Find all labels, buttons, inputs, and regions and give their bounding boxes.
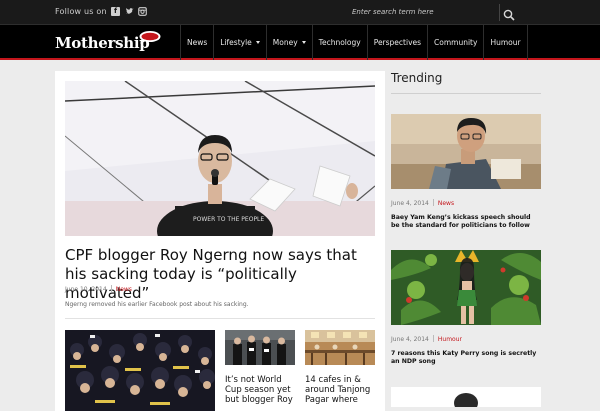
nav-label: Technology (318, 38, 361, 47)
trending-date: June 4, 2014 (391, 200, 429, 207)
trending-image-katy-perry[interactable] (391, 250, 541, 325)
main-content: POWER TO THE PEOPLE CPF blogger Roy Nger… (55, 71, 385, 411)
hero-shirt-text: POWER TO THE PEOPLE (193, 216, 264, 223)
search-icon (503, 9, 515, 21)
sub-article-image-cafe[interactable] (305, 330, 375, 365)
main-nav: News Lifestyle Money Technology Perspect… (180, 25, 528, 60)
divider (65, 318, 375, 319)
trending-meta: June 4, 2014 Humour (391, 335, 462, 343)
trending-divider (391, 93, 541, 94)
instagram-icon[interactable] (138, 7, 147, 16)
meta-divider (110, 285, 112, 292)
twitter-icon[interactable] (125, 7, 134, 16)
trending-meta: June 4, 2014 News (391, 199, 454, 207)
sub-article-image-graduation[interactable] (65, 330, 215, 411)
search-button[interactable] (503, 6, 517, 21)
search-divider (499, 4, 500, 21)
trending-title[interactable]: 7 reasons this Katy Perry song is secret… (391, 350, 541, 366)
chevron-down-icon (255, 41, 260, 44)
meta-divider (432, 335, 434, 342)
nav-item-lifestyle[interactable]: Lifestyle (213, 25, 266, 60)
chevron-down-icon (301, 41, 306, 44)
trending-category-link[interactable]: News (438, 200, 454, 207)
nav-item-news[interactable]: News (180, 25, 213, 60)
main-header: Mothership News Lifestyle Money Technolo… (0, 25, 600, 60)
sub-article-image-world-cup[interactable] (225, 330, 295, 365)
featured-article-image[interactable]: POWER TO THE PEOPLE (65, 81, 375, 236)
featured-meta: June 10, 2014 News (65, 285, 132, 293)
sub-article-title[interactable]: It’s not World Cup season yet but blogge… (225, 375, 297, 405)
trending-image-speech[interactable] (391, 114, 541, 189)
search-input[interactable] (348, 4, 498, 20)
featured-category-link[interactable]: News (116, 286, 132, 293)
trending-sidebar: Trending June 4, 2014 News Baey Yam Keng’… (391, 71, 541, 407)
featured-date: June 10, 2014 (65, 286, 107, 293)
trending-date: June 4, 2014 (391, 336, 429, 343)
nav-item-community[interactable]: Community (427, 25, 483, 60)
logo-speech-bubble-icon (139, 31, 161, 44)
site-logo[interactable]: Mothership (55, 34, 150, 52)
nav-item-technology[interactable]: Technology (311, 25, 367, 60)
featured-excerpt: Ngerng removed his earlier Facebook post… (65, 301, 249, 308)
nav-item-perspectives[interactable]: Perspectives (366, 25, 427, 60)
trending-title[interactable]: Baey Yam Keng’s kickass speech should be… (391, 214, 541, 230)
top-bar: Follow us on f (0, 0, 600, 25)
sub-article-title[interactable]: 14 cafes in & around Tanjong Pagar where (305, 375, 377, 405)
nav-label: News (187, 38, 208, 47)
nav-label: Community (434, 38, 478, 47)
nav-label: Lifestyle (220, 38, 252, 47)
nav-label: Money (272, 38, 298, 47)
trending-category-link[interactable]: Humour (438, 336, 462, 343)
nav-item-money[interactable]: Money (265, 25, 312, 60)
trending-image-partial[interactable] (391, 387, 541, 407)
nav-label: Perspectives (373, 38, 422, 47)
featured-headline[interactable]: CPF blogger Roy Ngerng now says that his… (65, 246, 375, 303)
follow-us-label: Follow us on (55, 7, 107, 16)
trending-heading: Trending (391, 71, 443, 85)
meta-divider (432, 199, 434, 206)
nav-label: Humour (490, 38, 521, 47)
nav-item-humour[interactable]: Humour (483, 25, 528, 60)
facebook-icon[interactable]: f (111, 7, 120, 16)
